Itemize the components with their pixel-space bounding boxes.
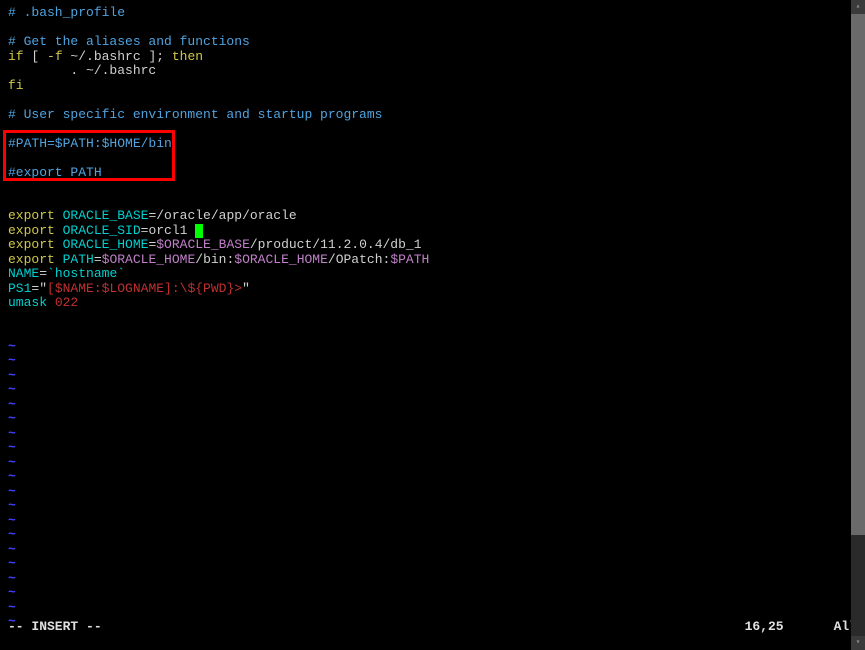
empty-line-marker: ~ — [8, 340, 857, 355]
code-line: . ~/.bashrc — [8, 63, 156, 78]
keyword: fi — [8, 78, 24, 93]
editor-mode: -- INSERT -- — [8, 620, 102, 635]
empty-line-marker: ~ — [8, 383, 857, 398]
empty-line-marker: ~ — [8, 441, 857, 456]
empty-line-marker: ~ — [8, 354, 857, 369]
export-keyword: export — [8, 208, 55, 223]
empty-line-marker: ~ — [8, 499, 857, 514]
comment-line: # User specific environment and startup … — [8, 107, 382, 122]
export-keyword: export — [8, 237, 55, 252]
empty-line-marker: ~ — [8, 557, 857, 572]
cursor — [195, 224, 203, 238]
comment-line: #PATH=$PATH:$HOME/bin — [8, 136, 172, 151]
scroll-thumb[interactable] — [851, 14, 865, 535]
empty-line-marker: ~ — [8, 601, 857, 616]
comment-line: # .bash_profile — [8, 5, 125, 20]
empty-line-marker: ~ — [8, 572, 857, 587]
empty-line-marker: ~ — [8, 412, 857, 427]
editor-content[interactable]: # .bash_profile # Get the aliases and fu… — [0, 0, 865, 618]
umask: umask — [8, 295, 55, 310]
empty-line-marker: ~ — [8, 369, 857, 384]
empty-line-marker: ~ — [8, 470, 857, 485]
empty-line-marker: ~ — [8, 427, 857, 442]
empty-line-marker: ~ — [8, 586, 857, 601]
scroll-up-icon[interactable]: ▴ — [851, 0, 865, 14]
empty-line-marker: ~ — [8, 485, 857, 500]
keyword: if — [8, 49, 24, 64]
scrollbar[interactable]: ▴ ▾ — [851, 0, 865, 650]
export-keyword: export — [8, 252, 55, 267]
var-assign: NAME — [8, 266, 39, 281]
scroll-down-icon[interactable]: ▾ — [851, 636, 865, 650]
empty-line-marker: ~ — [8, 398, 857, 413]
empty-line-marker: ~ — [8, 514, 857, 529]
comment-line: #export PATH — [8, 165, 102, 180]
var-assign: PS1 — [8, 281, 31, 296]
export-keyword: export — [8, 223, 55, 238]
empty-line-marker: ~ — [8, 456, 857, 471]
empty-line-marker: ~ — [8, 528, 857, 543]
cursor-position: 16,25 — [745, 620, 784, 635]
status-bar: -- INSERT -- 16,25 All — [8, 620, 857, 635]
comment-line: # Get the aliases and functions — [8, 34, 250, 49]
empty-line-marker: ~ — [8, 543, 857, 558]
